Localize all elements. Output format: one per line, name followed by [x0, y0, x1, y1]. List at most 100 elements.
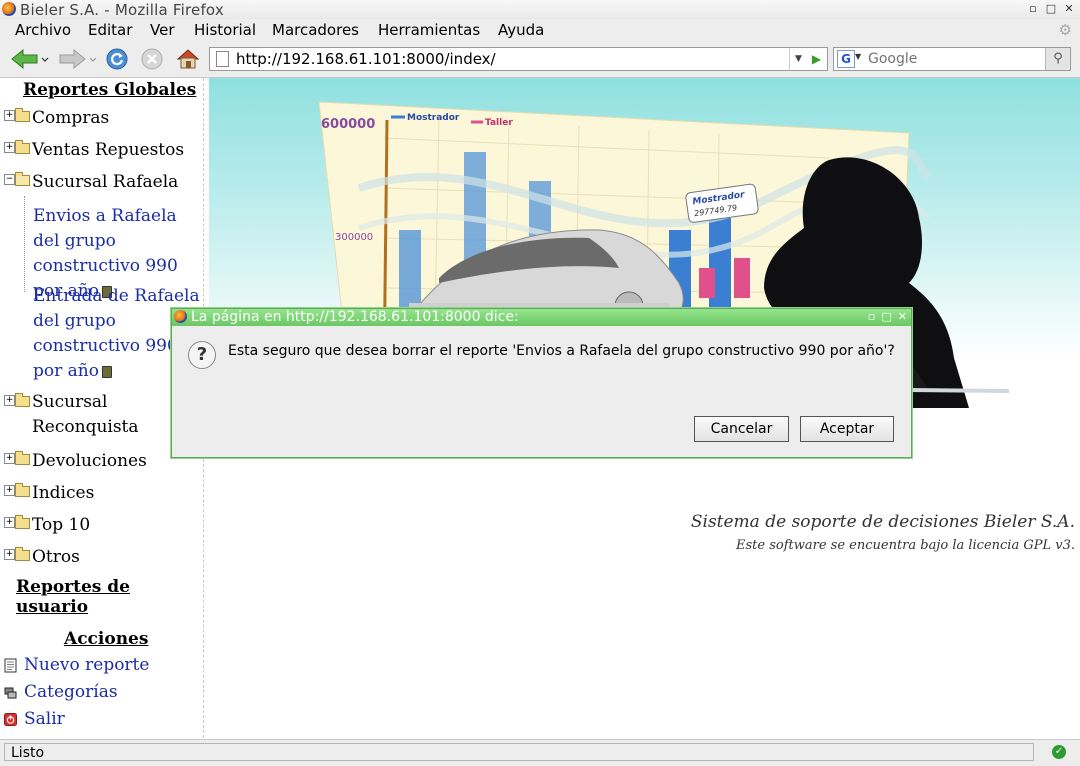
- reportes-globales-title: Reportes Globales: [23, 80, 197, 100]
- folder-icon: [15, 483, 30, 497]
- status-bar: Listo ✓: [0, 739, 1080, 766]
- firefox-icon: [174, 310, 187, 323]
- reload-icon: [106, 48, 128, 70]
- expand-icon[interactable]: +: [4, 453, 15, 464]
- axis-label-300000: 300000: [335, 232, 373, 243]
- dialog-title-bar: La página en http://192.168.61.101:8000 …: [172, 309, 911, 326]
- tree-label[interactable]: Top 10: [32, 515, 90, 535]
- window-controls: ▫ □ ✕: [1026, 2, 1076, 16]
- collapse-icon[interactable]: −: [4, 174, 15, 185]
- license-caption: Este software se encuentra bajo la licen…: [736, 538, 1075, 553]
- menu-herramientas[interactable]: Herramientas: [378, 21, 480, 39]
- expand-icon[interactable]: +: [4, 142, 15, 153]
- firefox-icon: [2, 2, 16, 16]
- new-document-icon: [4, 658, 17, 672]
- nuevo-reporte-link[interactable]: Nuevo reporte: [4, 655, 149, 675]
- window-title-bar: Bieler S.A. - Mozilla Firefox ▫ □ ✕: [0, 0, 1080, 20]
- reportes-usuario-title: Reportes de usuario: [16, 577, 130, 617]
- menu-historial[interactable]: Historial: [194, 21, 256, 39]
- trash-icon[interactable]: [101, 365, 112, 378]
- page-icon: [216, 51, 229, 67]
- tree-label[interactable]: Sucursal Reconquista: [32, 390, 152, 440]
- home-button[interactable]: [175, 46, 201, 72]
- tree-label[interactable]: Devoluciones: [32, 451, 147, 471]
- maximize-icon[interactable]: □: [1044, 2, 1058, 16]
- tree-label[interactable]: Otros: [32, 547, 80, 567]
- tree-guide-line: [24, 196, 25, 292]
- categorias-label[interactable]: Categorías: [24, 682, 118, 702]
- folder-icon: [15, 547, 30, 561]
- folder-icon: [15, 140, 30, 154]
- categories-icon: [4, 687, 17, 698]
- engine-dropdown-icon[interactable]: ▼: [855, 52, 861, 61]
- menu-archivo[interactable]: Archivo: [15, 21, 71, 39]
- menu-marcadores[interactable]: Marcadores: [272, 21, 359, 39]
- tree-item-indices[interactable]: + Indices: [4, 483, 94, 503]
- menu-ayuda[interactable]: Ayuda: [498, 21, 544, 39]
- tree-item-top-10[interactable]: + Top 10: [4, 515, 90, 535]
- expand-icon[interactable]: +: [4, 549, 15, 560]
- stop-icon: [141, 48, 163, 70]
- cancel-button[interactable]: Cancelar: [694, 416, 789, 442]
- back-button[interactable]: [8, 46, 50, 72]
- expand-icon[interactable]: +: [4, 395, 15, 406]
- dialog-close-icon[interactable]: ✕: [898, 310, 907, 323]
- axis-label-600000: 600000: [321, 117, 375, 132]
- menu-editar[interactable]: Editar: [88, 21, 132, 39]
- salir-link[interactable]: Salir: [4, 709, 65, 729]
- stop-button[interactable]: [139, 46, 165, 72]
- tree-item-sucursal-rafaela[interactable]: − Sucursal Rafaela: [4, 172, 178, 192]
- search-bar: G ▼ ⚲: [833, 47, 1071, 71]
- url-history-dropdown[interactable]: ▼: [789, 48, 807, 70]
- expand-icon[interactable]: +: [4, 110, 15, 121]
- tree-item-ventas-repuestos[interactable]: + Ventas Repuestos: [4, 140, 184, 160]
- status-ok-icon: ✓: [1052, 745, 1066, 759]
- power-icon: [4, 712, 17, 726]
- minimize-icon[interactable]: ▫: [1026, 2, 1040, 16]
- home-icon: [176, 49, 200, 69]
- tree-item-otros[interactable]: + Otros: [4, 547, 80, 567]
- legend-taller: Taller: [485, 118, 513, 128]
- window-title: Bieler S.A. - Mozilla Firefox: [20, 1, 224, 19]
- tree-label[interactable]: Indices: [32, 483, 94, 503]
- question-icon: ?: [188, 341, 216, 369]
- tree-label[interactable]: Ventas Repuestos: [32, 140, 184, 160]
- folder-icon: [15, 108, 30, 122]
- categorias-link[interactable]: Categorías: [4, 682, 118, 702]
- url-text: http://192.168.61.101:8000/index/: [236, 50, 496, 68]
- forward-arrow-icon: [59, 48, 97, 70]
- dialog-message: Esta seguro que desea borrar el reporte …: [228, 343, 895, 359]
- url-bar[interactable]: http://192.168.61.101:8000/index/ ▼ ▶: [209, 47, 828, 71]
- acciones-title: Acciones: [64, 629, 149, 649]
- expand-icon[interactable]: +: [4, 485, 15, 496]
- back-arrow-icon: [11, 48, 49, 70]
- legend-mostrador: Mostrador: [407, 113, 460, 123]
- tree-label[interactable]: Sucursal Rafaela: [32, 172, 178, 192]
- system-caption: Sistema de soporte de decisiones Bieler …: [690, 512, 1075, 532]
- search-input[interactable]: [866, 49, 1040, 69]
- salir-label[interactable]: Salir: [24, 709, 65, 729]
- close-icon[interactable]: ✕: [1062, 2, 1076, 16]
- folder-icon: [15, 515, 30, 529]
- nuevo-reporte-label[interactable]: Nuevo reporte: [24, 655, 149, 675]
- dialog-maximize-icon[interactable]: □: [881, 310, 891, 323]
- forward-button[interactable]: [56, 46, 98, 72]
- folder-icon: [15, 393, 30, 407]
- tree-item-sucursal-reconquista[interactable]: + Sucursal Reconquista: [4, 390, 152, 440]
- expand-icon[interactable]: +: [4, 517, 15, 528]
- menu-ver[interactable]: Ver: [150, 21, 175, 39]
- accept-button[interactable]: Aceptar: [800, 416, 894, 442]
- dialog-minimize-icon[interactable]: ▫: [868, 310, 875, 323]
- search-magnifier-icon[interactable]: ⚲: [1045, 48, 1070, 70]
- go-icon[interactable]: ▶: [808, 48, 825, 70]
- reload-button[interactable]: [104, 46, 130, 72]
- open-folder-icon: [15, 172, 30, 186]
- status-text: Listo: [4, 743, 1034, 761]
- tree-item-compras[interactable]: + Compras: [4, 108, 109, 128]
- tree-item-devoluciones[interactable]: + Devoluciones: [4, 451, 147, 471]
- throbber-icon: ⚙: [1058, 21, 1072, 39]
- google-engine-icon[interactable]: G: [837, 50, 855, 68]
- menu-bar: Archivo Editar Ver Historial Marcadores …: [0, 19, 1080, 41]
- dialog-title: La página en http://192.168.61.101:8000 …: [191, 309, 519, 325]
- tree-label[interactable]: Compras: [32, 108, 109, 128]
